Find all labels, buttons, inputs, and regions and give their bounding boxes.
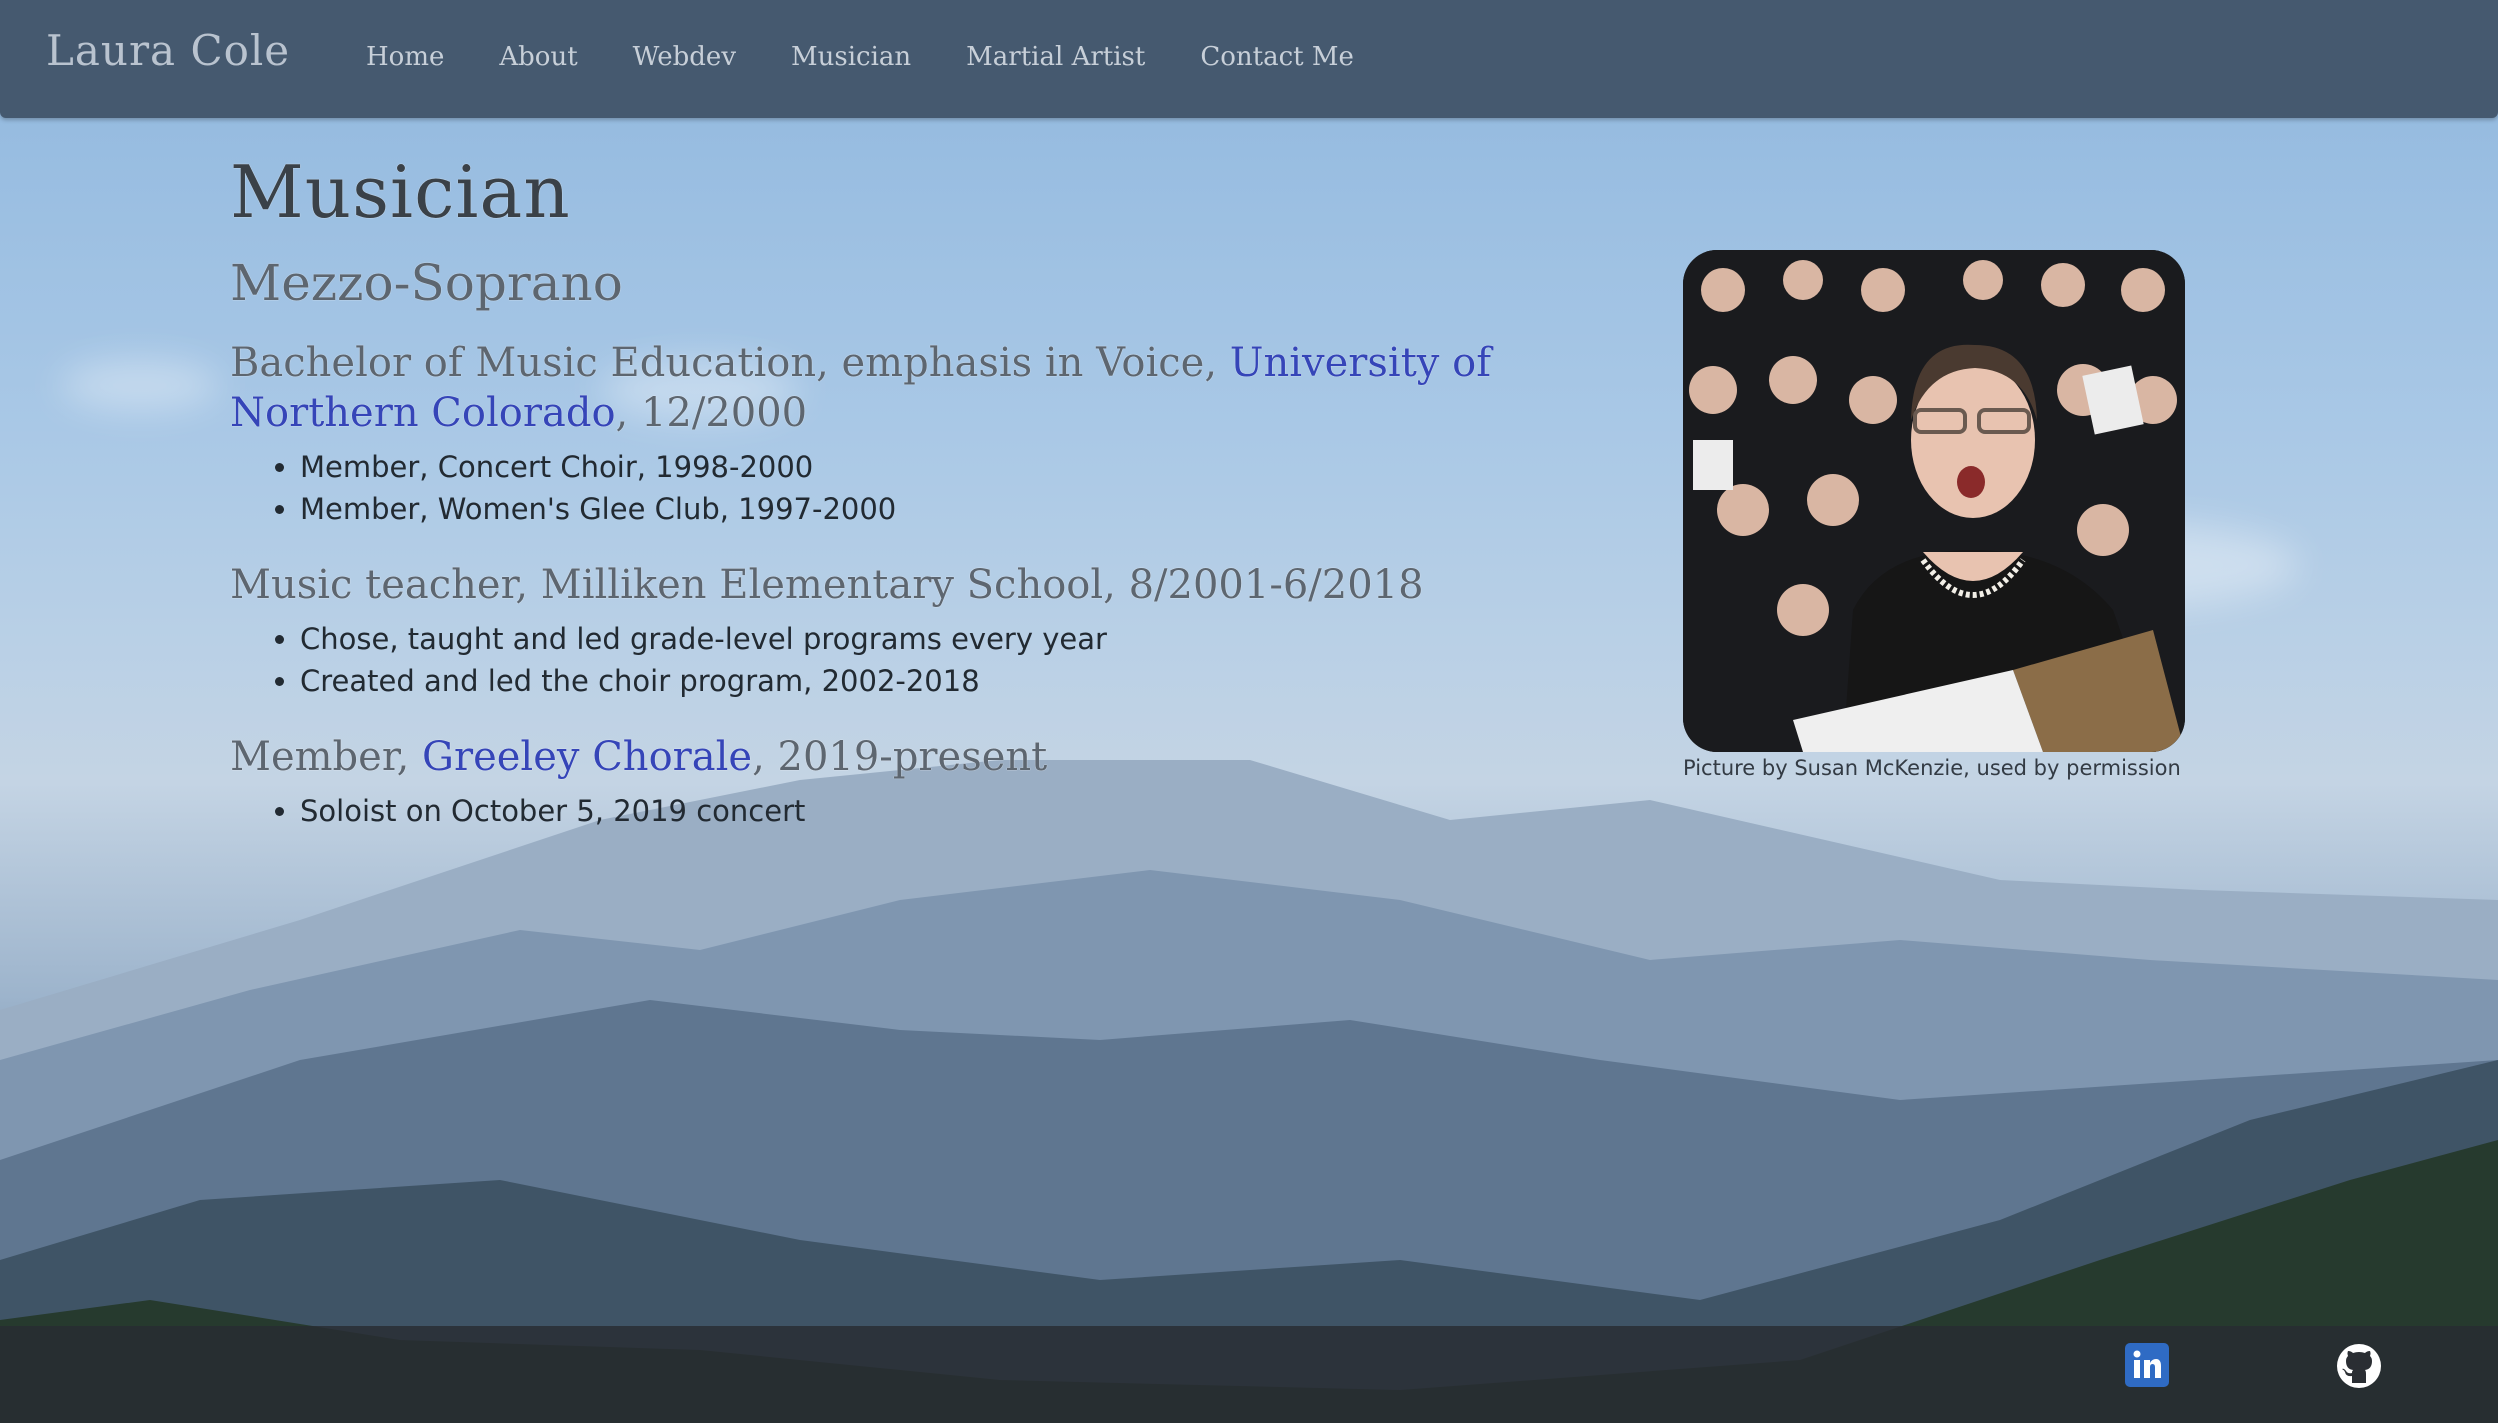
nav-home[interactable]: Home	[366, 42, 444, 72]
singer-photo	[1683, 250, 2185, 752]
page-title: Musician	[230, 150, 571, 234]
nav-webdev[interactable]: Webdev	[633, 42, 736, 72]
navbar: Laura Cole Home About Webdev Musician Ma…	[0, 0, 2498, 118]
list-item: Soloist on October 5, 2019 concert	[300, 790, 1650, 832]
item-list: Chose, taught and led grade-level progra…	[230, 618, 1650, 702]
heading-text: , 2019-present	[752, 734, 1048, 780]
item-list: Soloist on October 5, 2019 concert	[230, 790, 1650, 832]
section-heading: Music teacher, Milliken Elementary Schoo…	[230, 562, 1424, 608]
page-subtitle: Mezzo-Soprano	[230, 254, 623, 312]
linkedin-icon[interactable]	[2125, 1343, 2169, 1387]
list-item: Member, Women's Glee Club, 1997-2000	[300, 488, 1650, 530]
nav-links: Home About Webdev Musician Martial Artis…	[366, 42, 1409, 72]
cloud	[60, 360, 220, 410]
greeley-chorale-link[interactable]: Greeley Chorale	[422, 734, 752, 780]
photo-caption: Picture by Susan McKenzie, used by permi…	[1683, 756, 2181, 780]
github-icon[interactable]	[2336, 1343, 2382, 1389]
main-content: Musician Mezzo-Soprano Bachelor of Music…	[230, 150, 1650, 832]
list-item: Created and led the choir program, 2002-…	[300, 660, 1650, 702]
list-item: Member, Concert Choir, 1998-2000	[300, 446, 1650, 488]
heading-text: Member,	[230, 734, 422, 780]
nav-musician[interactable]: Musician	[791, 42, 911, 72]
brand-logo[interactable]: Laura Cole	[46, 26, 290, 75]
nav-about[interactable]: About	[499, 42, 577, 72]
section-education: Bachelor of Music Education, emphasis in…	[230, 338, 1650, 530]
section-chorale: Member, Greeley Chorale, 2019-present So…	[230, 732, 1650, 832]
nav-martial-artist[interactable]: Martial Artist	[966, 42, 1145, 72]
section-heading: Bachelor of Music Education, emphasis in…	[230, 338, 1650, 438]
list-item: Chose, taught and led grade-level progra…	[300, 618, 1650, 660]
heading-text: Bachelor of Music Education, emphasis in…	[230, 340, 1230, 386]
section-teaching: Music teacher, Milliken Elementary Schoo…	[230, 560, 1650, 702]
heading-text: , 12/2000	[615, 390, 808, 436]
section-heading: Member, Greeley Chorale, 2019-present	[230, 732, 1650, 782]
nav-contact-me[interactable]: Contact Me	[1200, 42, 1354, 72]
footer	[0, 1326, 2498, 1423]
item-list: Member, Concert Choir, 1998-2000 Member,…	[230, 446, 1650, 530]
